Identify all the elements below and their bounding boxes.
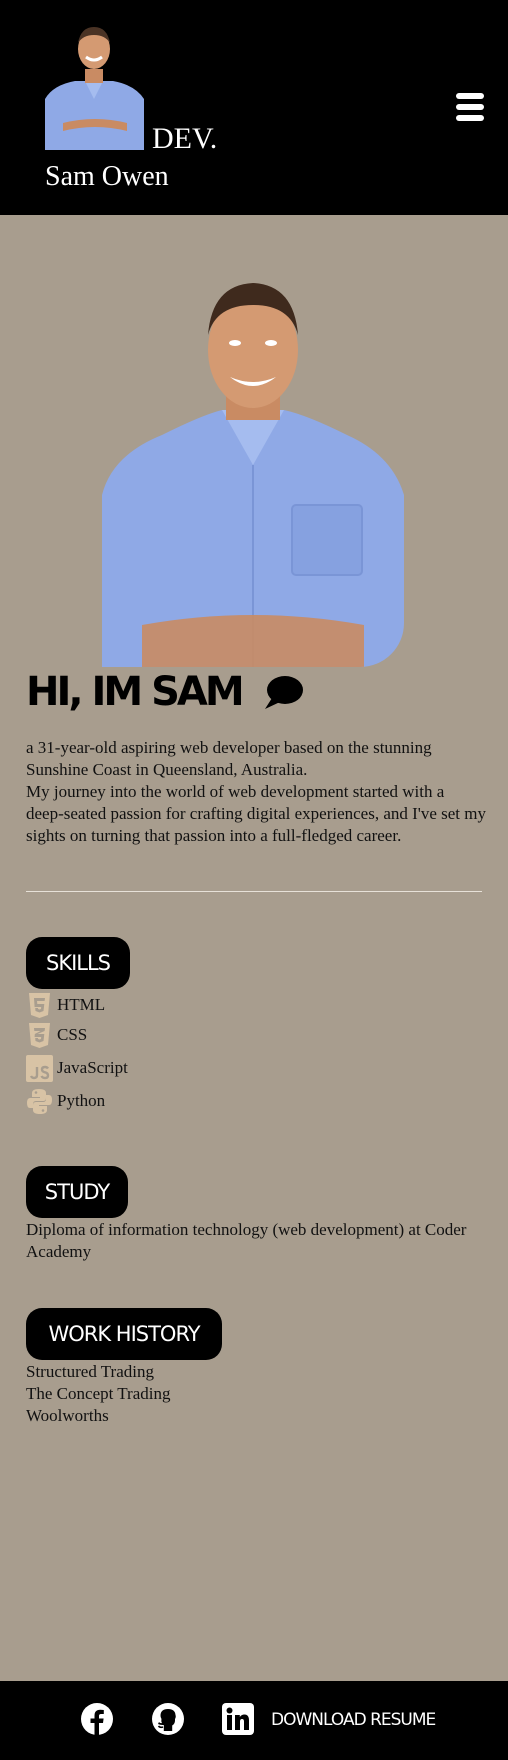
speech-bubble-icon [262, 674, 304, 712]
skill-item-python: Python [26, 1086, 105, 1116]
list-item: Structured Trading [26, 1362, 154, 1381]
header-name: Sam Owen [45, 161, 169, 192]
skill-item-javascript: JavaScript [26, 1053, 128, 1083]
facebook-icon[interactable] [80, 1702, 114, 1736]
work-history-heading: WORK HISTORY [26, 1308, 222, 1360]
header-avatar [45, 19, 144, 150]
site-footer: DOWNLOAD RESUME [0, 1681, 508, 1760]
html5-icon [26, 992, 53, 1019]
site-header: DEV. Sam Owen [0, 0, 508, 215]
python-icon [26, 1088, 53, 1115]
work-history-list: Structured Trading The Concept Trading W… [26, 1361, 171, 1427]
header-dev-label: DEV. [152, 122, 218, 155]
skill-label: Python [57, 1091, 106, 1110]
skill-label: HTML [57, 995, 106, 1014]
study-heading: STUDY [26, 1166, 128, 1218]
css3-icon [26, 1022, 53, 1049]
linkedin-icon[interactable] [221, 1702, 255, 1736]
skills-heading: SKILLS [26, 937, 130, 989]
github-icon[interactable] [151, 1702, 185, 1736]
skill-item-html: HTML [26, 990, 105, 1020]
study-text: Diploma of information technology (web d… [26, 1220, 467, 1261]
skill-label: JavaScript [57, 1058, 128, 1077]
main-content: HI, IM SAM a 31-year-old aspiring web de… [0, 215, 508, 1681]
section-divider [26, 891, 482, 892]
list-item: The Concept Trading [26, 1384, 171, 1403]
intro-paragraph-1: a 31-year-old aspiring web developer bas… [26, 738, 432, 779]
hero-title: HI, IM SAM [26, 669, 245, 715]
skill-item-css: CSS [26, 1020, 87, 1050]
intro-text: a 31-year-old aspiring web developer bas… [26, 737, 486, 847]
page: DEV. Sam Owen HI, IM SAM a 31-year-old a… [0, 0, 508, 1760]
hero-photo [102, 265, 404, 667]
download-resume-link[interactable]: DOWNLOAD RESUME [271, 1708, 436, 1732]
skill-label: CSS [57, 1025, 88, 1044]
intro-paragraph-2: My journey into the world of web develop… [26, 782, 486, 845]
js-icon [26, 1054, 53, 1082]
hamburger-menu-icon[interactable] [456, 93, 484, 121]
list-item: Woolworths [26, 1406, 109, 1425]
